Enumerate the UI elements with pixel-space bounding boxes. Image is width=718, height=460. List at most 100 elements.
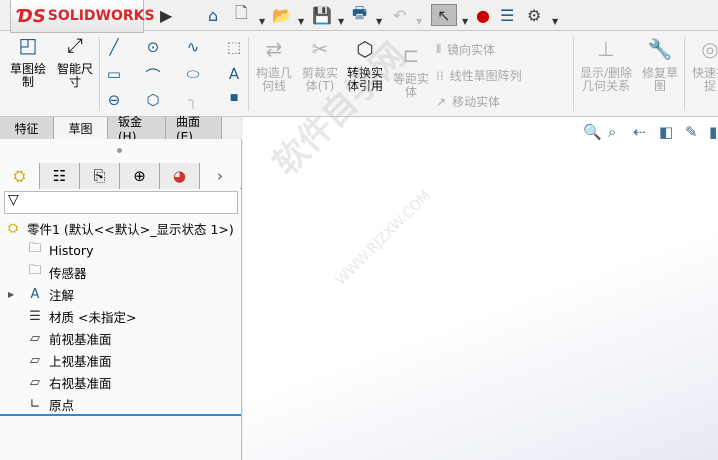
polygon-icon[interactable]: ⬡ bbox=[143, 91, 163, 109]
filter-icon: ▽ bbox=[8, 192, 19, 208]
tree-item-origin[interactable]: ∟ 原点 bbox=[26, 393, 74, 415]
new-document-icon[interactable]: 🗋 bbox=[235, 3, 248, 26]
logo-text: SOLIDWORKS bbox=[47, 8, 155, 24]
options-gear-icon[interactable]: ⚙ bbox=[527, 4, 541, 26]
feature-manager-tab-icon[interactable]: ⛭ bbox=[0, 163, 40, 189]
linear-pattern-button[interactable]: ⁞⁞ 线性草图阵列 bbox=[436, 67, 522, 84]
quick-snap-button[interactable]: ◎ 快速捕捉 bbox=[688, 43, 718, 93]
point-icon[interactable]: ■ bbox=[224, 93, 244, 103]
solidworks-logo[interactable]: ƊS SOLIDWORKS bbox=[10, 0, 155, 33]
filter-field[interactable]: ▽ bbox=[4, 191, 238, 214]
sketch-button[interactable]: ◰ 草图绘制 bbox=[8, 35, 48, 89]
save-icon[interactable]: 💾 bbox=[312, 4, 332, 26]
pattern-label: 线性草图阵列 bbox=[449, 69, 522, 83]
view-orientation-icon[interactable]: ▮ bbox=[709, 123, 717, 141]
quick-snap-icon: ◎ bbox=[701, 43, 718, 61]
spline-icon[interactable]: ∿ bbox=[183, 38, 203, 56]
save-dropdown[interactable]: ▼ bbox=[338, 10, 344, 32]
display-manager-tab-icon[interactable]: ◕ bbox=[160, 163, 200, 189]
tree-label: 前视基准面 bbox=[49, 331, 112, 347]
relations-label: 显示/删除几何关系 bbox=[579, 66, 633, 93]
dimxpert-tab-icon[interactable]: ⊕ bbox=[120, 163, 160, 189]
expand-arrow-icon[interactable]: ▶ bbox=[8, 290, 26, 299]
sketch-label: 草图绘制 bbox=[9, 62, 46, 89]
tree-label: History bbox=[49, 242, 94, 258]
undo-dropdown[interactable]: ▼ bbox=[416, 10, 422, 32]
tab-sketch[interactable]: 草图 bbox=[54, 117, 108, 139]
configuration-manager-tab-icon[interactable]: ⎘ bbox=[80, 163, 120, 189]
part-icon: ⛭ bbox=[7, 220, 19, 236]
fillet-icon[interactable]: ╮ bbox=[183, 91, 203, 109]
plane-icon: ▱ bbox=[30, 374, 40, 390]
arc-icon[interactable]: ⌒ bbox=[143, 65, 163, 86]
rectangle-icon[interactable]: ▭ bbox=[104, 65, 124, 83]
construction-label: 构造几何线 bbox=[255, 66, 292, 93]
circle-icon[interactable]: ⊙ bbox=[143, 38, 163, 56]
tree-item-history[interactable]: 🗀 History bbox=[26, 239, 93, 261]
file-properties-icon[interactable]: ☰ bbox=[500, 4, 514, 26]
top-toolbar: ƊS SOLIDWORKS ▶ ⌂ 🗋 ▼ 📂 ▼ 💾 ▼ 🖶 ▼ ↶ ▼ ↖ ▼… bbox=[0, 0, 718, 33]
ellipse-icon[interactable]: ⬭ bbox=[183, 65, 203, 83]
smart-dimension-icon: ⤢ bbox=[67, 33, 83, 57]
previous-view-icon[interactable]: ⇠ bbox=[633, 123, 646, 141]
tree-item-material[interactable]: ☰ 材质 <未指定> bbox=[26, 305, 136, 327]
rebuild-traffic-light-icon[interactable]: ● bbox=[476, 4, 490, 26]
expand-menu-arrow-icon[interactable]: ▶ bbox=[160, 4, 172, 26]
part-label: 零件1 (默认<<默认>_显示状态 1>) bbox=[27, 221, 234, 237]
rollback-bar[interactable] bbox=[0, 414, 241, 416]
select-dropdown[interactable]: ▼ bbox=[462, 10, 468, 32]
plane-icon: ▱ bbox=[30, 330, 40, 346]
zoom-to-area-icon[interactable]: ⌕ bbox=[608, 123, 616, 141]
tree-item-annotations[interactable]: ▶ A 注解 bbox=[8, 283, 74, 305]
dynamic-annotation-icon[interactable]: ✎ bbox=[685, 123, 698, 141]
panel-scroll-right-icon[interactable]: › bbox=[200, 163, 240, 189]
tree-item-sensors[interactable]: 🗀 传感器 bbox=[26, 261, 87, 283]
tree-root-part[interactable]: ⛭ 零件1 (默认<<默认>_显示状态 1>) bbox=[4, 217, 234, 239]
history-folder-icon: 🗀 bbox=[28, 241, 42, 256]
mirror-label: 镜向实体 bbox=[447, 43, 496, 57]
options-dropdown[interactable]: ▼ bbox=[552, 10, 558, 32]
tree-item-top-plane[interactable]: ▱ 上视基准面 bbox=[26, 349, 112, 371]
tree-label: 原点 bbox=[49, 397, 75, 413]
select-cursor-icon[interactable]: ↖ bbox=[431, 4, 457, 26]
quick-snap-label: 快速捕捉 bbox=[691, 66, 718, 93]
display-relations-button[interactable]: ⊥ 显示/删除几何关系 bbox=[578, 39, 634, 93]
zoom-to-fit-icon[interactable]: 🔍 bbox=[583, 123, 602, 141]
tree-item-front-plane[interactable]: ▱ 前视基准面 bbox=[26, 327, 112, 349]
divider bbox=[684, 37, 685, 111]
tree-label: 传感器 bbox=[49, 265, 87, 281]
line-icon[interactable]: ╱ bbox=[104, 38, 124, 56]
tab-features[interactable]: 特征 bbox=[0, 117, 54, 139]
construction-geometry-button[interactable]: ⇄ 构造几何线 bbox=[252, 37, 296, 93]
move-entities-button[interactable]: ↗ 移动实体 bbox=[436, 93, 500, 110]
tree-item-right-plane[interactable]: ▱ 右视基准面 bbox=[26, 371, 112, 393]
tab-sheet-metal[interactable]: 钣金(H) bbox=[108, 115, 166, 144]
print-dropdown[interactable]: ▼ bbox=[376, 10, 382, 32]
construction-icon: ⇄ bbox=[265, 37, 283, 61]
graphics-area[interactable]: 🔍 ⌕ ⇠ ◧ ✎ ▮ bbox=[243, 117, 718, 460]
splitter-handle[interactable] bbox=[117, 148, 122, 153]
tab-surfaces[interactable]: 曲面(E) bbox=[166, 115, 222, 144]
plane-icon[interactable]: ⬚ bbox=[224, 38, 244, 56]
open-dropdown[interactable]: ▼ bbox=[298, 10, 304, 32]
print-icon[interactable]: 🖶 bbox=[352, 3, 367, 26]
property-manager-tab-icon[interactable]: ☷ bbox=[40, 163, 80, 189]
repair-icon: 🔧 bbox=[647, 37, 673, 61]
home-icon[interactable]: ⌂ bbox=[208, 4, 218, 26]
material-icon: ☰ bbox=[29, 308, 41, 324]
pattern-icon: ⁞⁞ bbox=[436, 68, 444, 83]
plane-icon: ▱ bbox=[30, 352, 40, 368]
section-view-icon[interactable]: ◧ bbox=[659, 123, 673, 141]
text-icon[interactable]: A bbox=[224, 65, 244, 83]
mirror-button[interactable]: ⫴ 镜向实体 bbox=[436, 41, 495, 58]
divider bbox=[573, 37, 574, 111]
undo-icon[interactable]: ↶ bbox=[393, 4, 406, 26]
new-dropdown[interactable]: ▼ bbox=[259, 10, 265, 32]
divider bbox=[248, 37, 249, 111]
repair-sketch-button[interactable]: 🔧 修复草图 bbox=[638, 37, 682, 93]
smart-dimension-button[interactable]: ⤢ 智能尺寸 bbox=[54, 33, 96, 89]
open-icon[interactable]: 📂 bbox=[272, 4, 292, 26]
origin-icon: ∟ bbox=[29, 396, 41, 412]
slot-icon[interactable]: ⊖ bbox=[104, 91, 124, 109]
annotations-icon: A bbox=[30, 286, 40, 302]
